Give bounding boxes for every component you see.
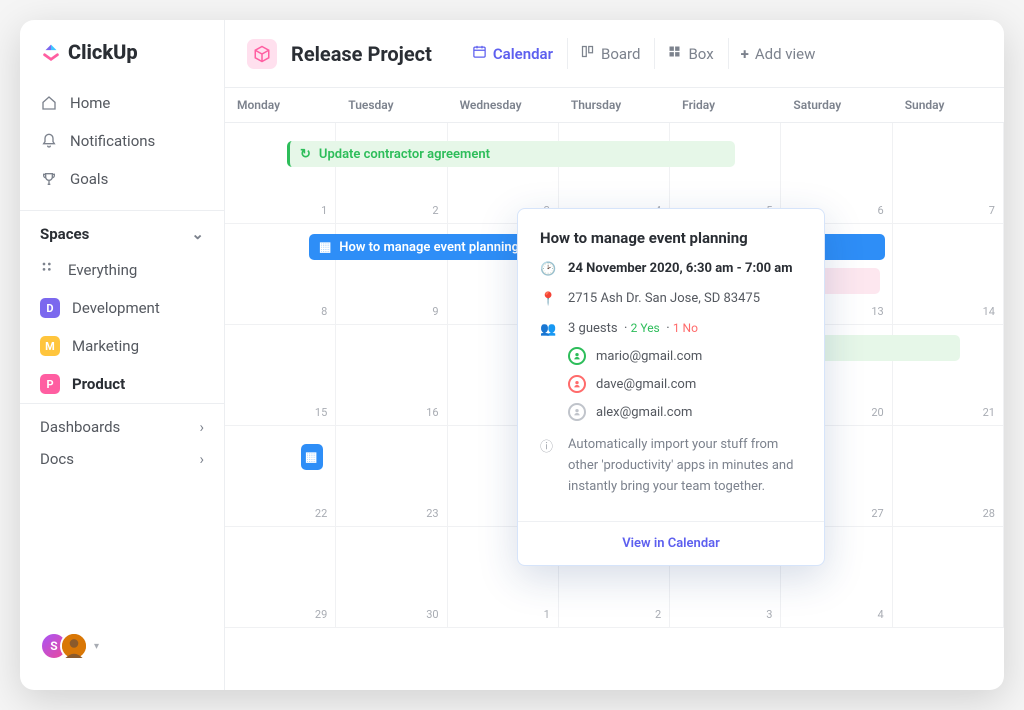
user-avatars[interactable]: S ▾ — [20, 632, 224, 670]
main-content: Release Project Calendar Board Box + Add… — [225, 20, 1004, 690]
popover-guests: 👥 3 guests · 2 Yes · 1 No — [540, 321, 802, 337]
avatar — [60, 632, 88, 660]
guest-status-icon — [568, 375, 586, 393]
day-header: Saturday — [781, 88, 892, 122]
space-badge: D — [40, 298, 60, 318]
sidebar-item-dashboards[interactable]: Dashboards › — [20, 403, 224, 450]
event-bar[interactable]: ▦ — [301, 444, 323, 470]
day-cell[interactable]: 1 — [225, 123, 336, 224]
nav-home[interactable]: Home — [20, 84, 224, 122]
sidebar-item-marketing[interactable]: M Marketing — [20, 327, 224, 365]
topbar: Release Project Calendar Board Box + Add… — [225, 20, 1004, 88]
day-header: Monday — [225, 88, 336, 122]
bell-icon — [40, 133, 58, 149]
sidebar-nav: Home Notifications Goals — [20, 80, 224, 202]
nav-label: Home — [70, 94, 110, 112]
nav-goals[interactable]: Goals — [20, 160, 224, 198]
day-cell[interactable]: 28 — [893, 426, 1004, 527]
event-contractor[interactable]: ↻ Update contractor agreement — [287, 141, 735, 167]
chevron-right-icon: › — [199, 450, 204, 468]
view-in-calendar-link[interactable]: View in Calendar — [518, 521, 824, 565]
guest-row: dave@gmail.com — [568, 375, 802, 393]
day-cell[interactable]: 15 — [225, 325, 336, 426]
chevron-down-icon: ⌄ — [191, 225, 204, 243]
day-cell[interactable]: 14 — [893, 224, 1004, 325]
guest-row: alex@gmail.com — [568, 403, 802, 421]
calendar-icon — [472, 44, 487, 63]
project-title: Release Project — [291, 42, 432, 66]
day-cell[interactable]: 16 — [336, 325, 447, 426]
everything-icon — [40, 260, 56, 280]
day-cell[interactable]: 23 — [336, 426, 447, 527]
sidebar-item-everything[interactable]: Everything — [20, 251, 224, 289]
day-header: Wednesday — [448, 88, 559, 122]
sidebar-item-development[interactable]: D Development — [20, 289, 224, 327]
project-icon — [247, 39, 277, 69]
sidebar-item-label: Product — [72, 375, 125, 393]
sidebar-item-label: Everything — [68, 261, 137, 279]
day-cell[interactable]: 30 — [336, 527, 447, 628]
space-badge: P — [40, 374, 60, 394]
space-badge: M — [40, 336, 60, 356]
popover-datetime: 🕑 24 November 2020, 6:30 am - 7:00 am — [540, 261, 802, 277]
day-cell[interactable]: 2 — [336, 123, 447, 224]
day-cell[interactable] — [893, 527, 1004, 628]
day-cell[interactable]: 22 — [225, 426, 336, 527]
day-header: Tuesday — [336, 88, 447, 122]
pin-icon: 📍 — [540, 292, 554, 307]
tab-box[interactable]: Box — [654, 38, 725, 69]
guest-status-icon — [568, 403, 586, 421]
popover-title: How to manage event planning — [540, 229, 802, 247]
logo-icon — [40, 41, 62, 63]
sidebar-item-label: Development — [72, 299, 160, 317]
day-cell[interactable]: 29 — [225, 527, 336, 628]
guest-row: mario@gmail.com — [568, 347, 802, 365]
guest-list: mario@gmail.com dave@gmail.com alex@gmai… — [540, 347, 802, 421]
guests-icon: 👥 — [540, 322, 554, 337]
sync-icon: ↻ — [300, 147, 311, 162]
day-headers: Monday Tuesday Wednesday Thursday Friday… — [225, 88, 1004, 123]
nav-label: Goals — [70, 170, 108, 188]
board-icon — [580, 44, 595, 63]
chevron-down-icon: ▾ — [94, 641, 99, 652]
tab-board[interactable]: Board — [567, 38, 652, 69]
sidebar-item-label: Marketing — [72, 337, 139, 355]
clock-icon: 🕑 — [540, 262, 554, 277]
sidebar-item-docs[interactable]: Docs › — [20, 450, 224, 482]
app-window: ClickUp Home Notifications Goals Spaces … — [20, 20, 1004, 690]
guest-status-icon — [568, 347, 586, 365]
brand-logo: ClickUp — [20, 40, 224, 80]
calendar-view: Monday Tuesday Wednesday Thursday Friday… — [225, 88, 1004, 690]
calendar-icon: ▦ — [319, 240, 331, 255]
sidebar: ClickUp Home Notifications Goals Spaces … — [20, 20, 225, 690]
popover-location: 📍 2715 Ash Dr. San Jose, SD 83475 — [540, 291, 802, 307]
box-icon — [667, 44, 682, 63]
day-header: Thursday — [559, 88, 670, 122]
popover-description: ⓘ Automatically import your stuff from o… — [540, 435, 802, 497]
chevron-right-icon: › — [199, 418, 204, 436]
calendar-icon: ▦ — [305, 450, 317, 465]
nav-notifications[interactable]: Notifications — [20, 122, 224, 160]
brand-name: ClickUp — [68, 40, 138, 64]
plus-icon: + — [741, 45, 749, 63]
day-header: Friday — [670, 88, 781, 122]
spaces-header[interactable]: Spaces ⌄ — [20, 210, 224, 251]
tab-add-view[interactable]: + Add view — [728, 38, 828, 69]
info-icon: ⓘ — [540, 436, 554, 455]
trophy-icon — [40, 171, 58, 187]
event-popover: How to manage event planning 🕑 24 Novemb… — [517, 208, 825, 566]
view-tabs: Calendar Board Box + Add view — [460, 38, 828, 69]
tab-calendar[interactable]: Calendar — [460, 38, 565, 69]
day-cell[interactable]: 7 — [893, 123, 1004, 224]
nav-label: Notifications — [70, 132, 155, 150]
home-icon — [40, 95, 58, 111]
sidebar-item-product[interactable]: P Product — [20, 365, 224, 403]
day-header: Sunday — [893, 88, 1004, 122]
